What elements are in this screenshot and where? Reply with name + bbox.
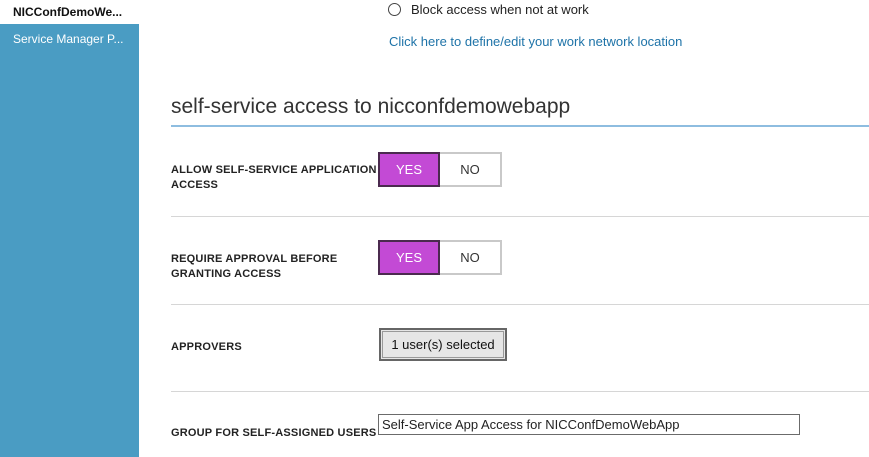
- require-approval-yes-button[interactable]: YES: [378, 240, 440, 275]
- allow-self-service-toggle: YES NO: [378, 152, 502, 187]
- require-approval-toggle: YES NO: [378, 240, 502, 275]
- block-access-label: Block access when not at work: [411, 1, 589, 17]
- approvers-label: APPROVERS: [171, 341, 242, 353]
- allow-self-service-label: ALLOW SELF-SERVICE APPLICATION ACCESS: [171, 163, 377, 193]
- divider: [171, 216, 869, 217]
- sidebar: NICConfDemoWe... Service Manager P...: [0, 0, 139, 457]
- require-approval-label: REQUIRE APPROVAL BEFORE GRANTING ACCESS: [171, 252, 337, 282]
- group-label: GROUP FOR SELF-ASSIGNED USERS: [171, 427, 377, 439]
- block-access-option[interactable]: Block access when not at work: [388, 0, 589, 18]
- group-name-input[interactable]: [378, 414, 800, 435]
- section-title: self-service access to nicconfdemowebapp: [171, 95, 571, 118]
- sidebar-app-name[interactable]: NICConfDemoWe...: [0, 0, 139, 24]
- block-access-radio[interactable]: [388, 2, 401, 16]
- work-network-link[interactable]: Click here to define/edit your work netw…: [389, 34, 682, 49]
- section-title-underline: [171, 125, 869, 127]
- divider: [171, 304, 869, 305]
- approvers-select-button[interactable]: 1 user(s) selected: [379, 328, 507, 361]
- require-approval-no-button[interactable]: NO: [440, 240, 502, 275]
- divider: [171, 391, 869, 392]
- sidebar-item-service-manager[interactable]: Service Manager P...: [0, 24, 139, 54]
- allow-self-service-yes-button[interactable]: YES: [378, 152, 440, 187]
- allow-self-service-no-button[interactable]: NO: [440, 152, 502, 187]
- allow-self-service-label-line2: ACCESS: [171, 179, 219, 191]
- require-approval-label-line1: REQUIRE APPROVAL BEFORE: [171, 253, 338, 265]
- require-approval-label-line2: GRANTING ACCESS: [171, 268, 282, 280]
- allow-self-service-label-line1: ALLOW SELF-SERVICE APPLICATION: [171, 164, 377, 176]
